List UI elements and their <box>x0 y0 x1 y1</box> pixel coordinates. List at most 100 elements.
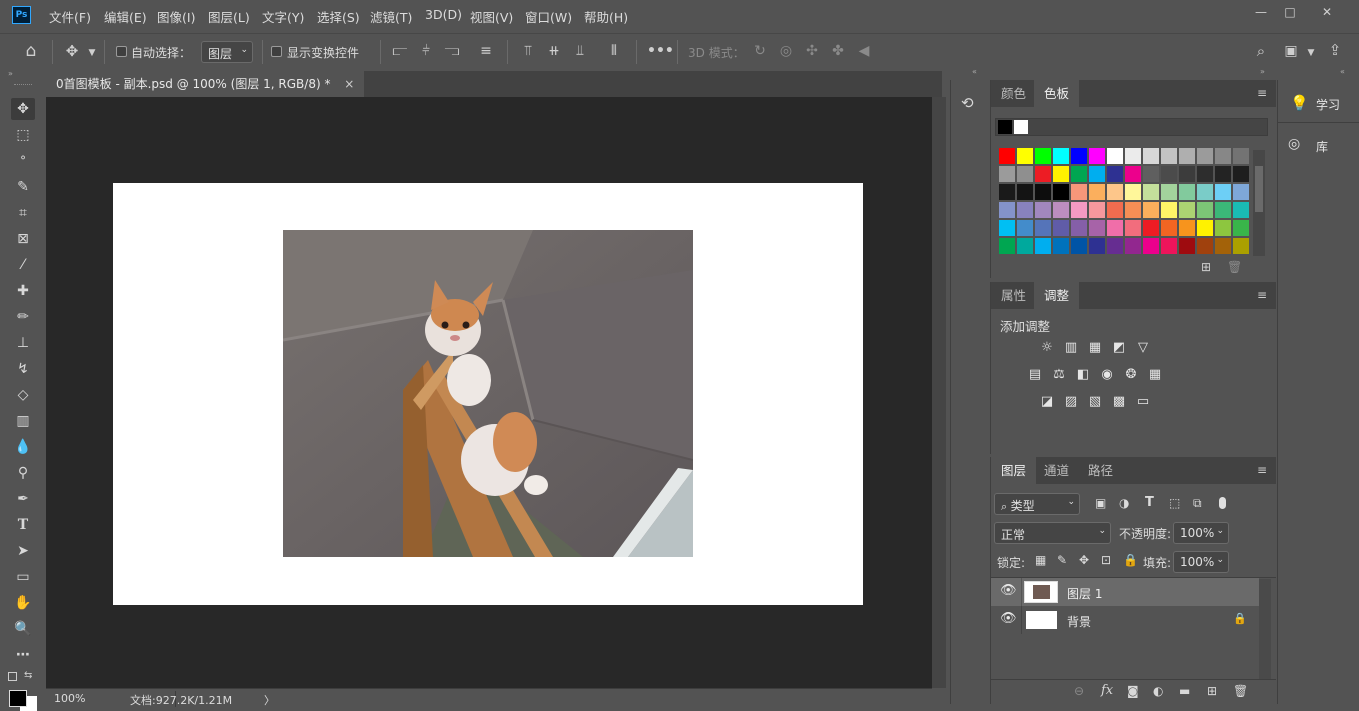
show-transform-checkbox[interactable] <box>271 46 282 57</box>
filter-toggle-icon[interactable] <box>1219 497 1226 509</box>
menu-view[interactable]: 视图(V) <box>470 7 513 26</box>
filter-smart-object-icon[interactable]: ⧉ <box>1193 496 1202 511</box>
healing-brush-tool-icon[interactable]: ✚ <box>11 280 35 302</box>
type-tool-icon[interactable]: T <box>11 514 35 536</box>
color-swatch[interactable] <box>1161 184 1177 200</box>
color-swatch[interactable] <box>1071 148 1087 164</box>
color-swatch[interactable] <box>1233 220 1249 236</box>
color-swatch[interactable] <box>1143 202 1159 218</box>
color-swatch[interactable] <box>1125 202 1141 218</box>
dodge-tool-icon[interactable]: ⚲ <box>11 462 35 484</box>
layer-row-layer1[interactable]: 👁 图层 1 <box>991 578 1259 606</box>
menu-type[interactable]: 文字(Y) <box>262 7 304 26</box>
learn-label[interactable]: 学习 <box>1316 96 1340 113</box>
color-swatch[interactable] <box>1017 202 1033 218</box>
chevron-down-icon[interactable]: ▼ <box>1305 44 1317 62</box>
tab-channels[interactable]: 通道 <box>1034 457 1079 484</box>
color-swatch[interactable] <box>1233 238 1249 254</box>
marquee-tool-icon[interactable]: ⬚ <box>11 124 35 146</box>
eyedropper-tool-icon[interactable]: ⁄ <box>11 254 35 276</box>
color-swatch[interactable] <box>1017 220 1033 236</box>
color-swatch[interactable] <box>1035 148 1051 164</box>
libraries-icon[interactable]: ◎ <box>1288 136 1300 152</box>
home-icon[interactable]: ⌂ <box>20 42 42 60</box>
color-balance-icon[interactable]: ⚖ <box>1050 367 1068 383</box>
posterize-icon[interactable]: ▨ <box>1062 394 1080 410</box>
canvas-vertical-scrollbar[interactable] <box>932 97 946 688</box>
tab-layers[interactable]: 图层 <box>991 457 1037 484</box>
color-swatch[interactable] <box>1143 220 1159 236</box>
color-swatch[interactable] <box>1017 238 1033 254</box>
minimize-button[interactable]: — <box>1250 3 1272 21</box>
eye-visibility-icon[interactable]: 👁 <box>1000 583 1017 598</box>
color-swatch[interactable] <box>1197 166 1213 182</box>
lightbulb-icon[interactable]: 💡 <box>1290 94 1309 112</box>
more-options-icon[interactable]: ••• <box>647 42 674 60</box>
align-bottom-icon[interactable]: ⫫ <box>571 42 589 60</box>
color-swatch[interactable] <box>1035 220 1051 236</box>
vibrance-icon[interactable]: ▽ <box>1134 340 1152 356</box>
align-vcenter-icon[interactable]: ⧺ <box>545 42 563 60</box>
color-swatch[interactable] <box>1143 148 1159 164</box>
color-swatch[interactable] <box>1143 184 1159 200</box>
3d-pan-icon[interactable]: ✣ <box>802 42 822 60</box>
color-swatch[interactable] <box>1161 166 1177 182</box>
crop-tool-icon[interactable]: ⌗ <box>11 202 35 224</box>
color-swatch[interactable] <box>1089 220 1105 236</box>
color-swatch[interactable] <box>999 184 1015 200</box>
color-swatch[interactable] <box>1125 166 1141 182</box>
filter-pixel-icon[interactable]: ▣ <box>1095 496 1106 510</box>
gradient-tool-icon[interactable]: ▥ <box>11 410 35 432</box>
color-swatch[interactable] <box>1197 184 1213 200</box>
collapse-icon[interactable]: » <box>8 69 13 78</box>
color-swatch[interactable] <box>1197 202 1213 218</box>
fill-field[interactable]: 100% ⌄ <box>1173 551 1229 573</box>
menu-select[interactable]: 选择(S) <box>317 7 360 26</box>
history-brush-tool-icon[interactable]: ↯ <box>11 358 35 380</box>
color-swatch[interactable] <box>1071 202 1087 218</box>
color-swatch[interactable] <box>1179 202 1195 218</box>
color-swatch[interactable] <box>1071 220 1087 236</box>
path-select-tool-icon[interactable]: ➤ <box>11 540 35 562</box>
color-swatch[interactable] <box>1197 238 1213 254</box>
color-swatch[interactable] <box>999 148 1015 164</box>
layer-row-background[interactable]: 👁 背景 🔒 <box>991 606 1259 634</box>
opacity-field[interactable]: 100% ⌄ <box>1173 522 1229 544</box>
panel-menu-icon[interactable]: ≡ <box>1257 463 1267 477</box>
eraser-tool-icon[interactable]: ◇ <box>11 384 35 406</box>
brightness-contrast-icon[interactable]: ☼ <box>1038 340 1056 356</box>
rectangle-tool-icon[interactable]: ▭ <box>11 566 35 588</box>
new-layer-icon[interactable]: ⊞ <box>1207 684 1217 698</box>
color-swatch[interactable] <box>1053 184 1069 200</box>
share-icon[interactable]: ⇪ <box>1325 41 1345 59</box>
3d-slide-icon[interactable]: ✤ <box>828 42 848 60</box>
expand-panels-icon[interactable]: « <box>972 67 977 76</box>
lock-artboard-icon[interactable]: ⊡ <box>1101 553 1111 567</box>
color-swatch[interactable] <box>1017 184 1033 200</box>
foreground-color-swatch[interactable] <box>9 690 27 707</box>
color-swatch[interactable] <box>1017 148 1033 164</box>
invert-icon[interactable]: ◪ <box>1038 394 1056 410</box>
link-layers-icon[interactable]: ⊖ <box>1074 684 1084 698</box>
curves-icon[interactable]: ▦ <box>1086 340 1104 356</box>
color-swatch[interactable] <box>1053 166 1069 182</box>
color-swatch[interactable] <box>1179 238 1195 254</box>
filter-adjustment-icon[interactable]: ◑ <box>1119 496 1129 510</box>
filter-shape-icon[interactable]: ⬚ <box>1169 496 1180 510</box>
color-swatch[interactable] <box>1017 166 1033 182</box>
libraries-label[interactable]: 库 <box>1316 138 1328 155</box>
brush-tool-icon[interactable]: ✏ <box>11 306 35 328</box>
color-swatch[interactable] <box>1035 166 1051 182</box>
delete-layer-icon[interactable]: 🗑 <box>1233 684 1248 698</box>
layer-name[interactable]: 背景 <box>1067 613 1091 630</box>
menu-edit[interactable]: 编辑(E) <box>104 7 147 26</box>
color-swatch[interactable] <box>1179 148 1195 164</box>
color-swatch[interactable] <box>1215 220 1231 236</box>
menu-window[interactable]: 窗口(W) <box>525 7 572 26</box>
pen-tool-icon[interactable]: ✒ <box>11 488 35 510</box>
color-swatch[interactable] <box>1071 238 1087 254</box>
color-swatch[interactable] <box>1071 184 1087 200</box>
hue-saturation-icon[interactable]: ▤ <box>1026 367 1044 383</box>
new-group-icon[interactable]: ▬ <box>1179 684 1190 698</box>
menu-file[interactable]: 文件(F) <box>49 7 91 26</box>
